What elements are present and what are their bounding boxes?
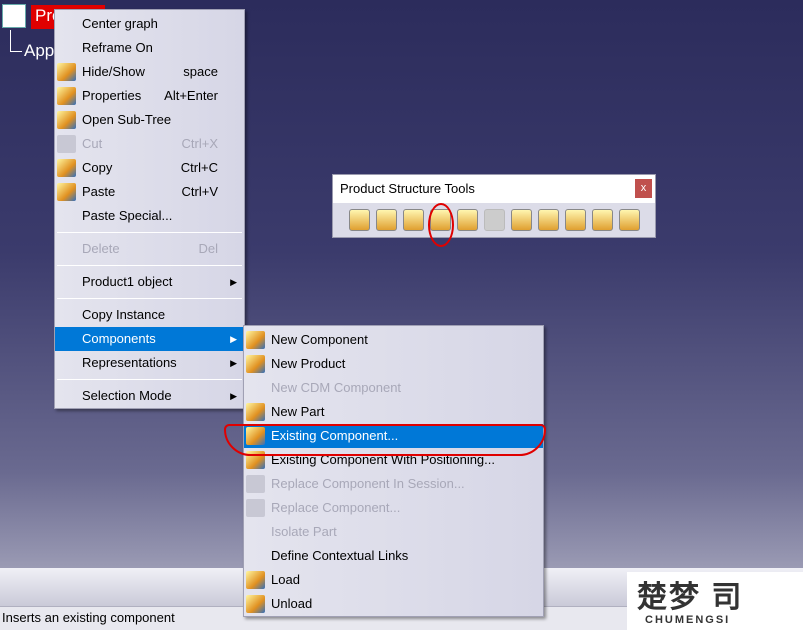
menu-item-label: Hide/Show [82, 64, 145, 79]
menu-item-reframe-on[interactable]: Reframe On [55, 36, 244, 60]
replace-component-in-session-icon [246, 475, 265, 493]
menu-item-label: New Part [271, 404, 325, 419]
menu-item-label: Replace Component In Session... [271, 476, 465, 491]
shortcut-label: Ctrl+X [181, 136, 218, 151]
components-submenu: New Component New Product New CDM Componen… [243, 325, 544, 617]
menu-item-label: Selection Mode [82, 388, 172, 403]
submenu-arrow-icon: ▶ [230, 391, 237, 401]
menu-item-load[interactable]: Load [244, 568, 543, 592]
menu-item-isolate-part[interactable]: Isolate Part [244, 520, 543, 544]
menu-item-label: Center graph [82, 16, 158, 31]
menu-item-label: Reframe On [82, 40, 153, 55]
properties-icon [57, 87, 76, 105]
menu-item-label: Product1 object [82, 274, 173, 289]
menu-item-label: Paste [82, 184, 116, 199]
menu-separator [57, 265, 242, 266]
toolbar-title: Product Structure Tools [333, 175, 655, 203]
menu-item-label: Cut [82, 136, 103, 151]
replace-component-icon [246, 499, 265, 517]
new-product-icon[interactable] [376, 209, 397, 231]
menu-item-label: New Product [271, 356, 346, 371]
existing-component-positioning-icon[interactable] [457, 209, 478, 231]
paste-icon [57, 183, 76, 201]
copy-icon [57, 159, 76, 177]
new-part-icon[interactable] [403, 209, 424, 231]
menu-item-define-contextual-links[interactable]: Define Contextual Links [244, 544, 543, 568]
unload-icon [246, 595, 265, 613]
menu-item-open-sub-tree[interactable]: Open Sub-Tree [55, 108, 244, 132]
menu-item-label: Copy [82, 160, 113, 175]
menu-item-new-cdm-component[interactable]: New CDM Component [244, 376, 543, 400]
menu-item-label: Properties [82, 88, 142, 103]
menu-item-label: Representations [82, 355, 177, 370]
selective-load-icon[interactable] [565, 209, 586, 231]
menu-item-label: Copy Instance [82, 307, 166, 322]
load-icon [246, 571, 265, 589]
menu-item-label: Load [271, 572, 300, 587]
menu-item-label: Open Sub-Tree [82, 112, 172, 127]
tree-connector [10, 30, 22, 52]
product-structure-tools-toolbar: Product Structure Tools x [332, 174, 656, 238]
menu-item-product1-object[interactable]: Product1 object ▶ [55, 270, 244, 294]
new-component-icon [246, 331, 265, 349]
annotation-outline [224, 424, 546, 456]
submenu-arrow-icon: ▶ [230, 277, 237, 287]
menu-item-components[interactable]: Components ▶ [55, 327, 244, 351]
menu-item-label: Isolate Part [271, 524, 337, 539]
replace-component-icon[interactable] [484, 209, 505, 231]
scissors-icon [57, 135, 76, 153]
menu-item-hide-show[interactable]: Hide/Show space [55, 60, 244, 84]
menu-item-replace-component-in-session[interactable]: Replace Component In Session... [244, 472, 543, 496]
menu-item-unload[interactable]: Unload [244, 592, 543, 616]
menu-item-paste[interactable]: Paste Ctrl+V [55, 180, 244, 204]
menu-item-representations[interactable]: Representations ▶ [55, 351, 244, 375]
submenu-arrow-icon: ▶ [230, 334, 237, 344]
close-button[interactable]: x [635, 179, 652, 198]
menu-item-replace-component[interactable]: Replace Component... [244, 496, 543, 520]
context-menu: Center graph Reframe On Hide/Show space Prop… [54, 9, 245, 409]
menu-item-center-graph[interactable]: Center graph [55, 12, 244, 36]
product-icon[interactable] [2, 4, 26, 28]
menu-item-cut[interactable]: Cut Ctrl+X [55, 132, 244, 156]
menu-item-new-component[interactable]: New Component [244, 328, 543, 352]
menu-item-new-part[interactable]: New Part [244, 400, 543, 424]
menu-item-new-product[interactable]: New Product [244, 352, 543, 376]
menu-separator [57, 379, 242, 380]
manage-representations-icon[interactable] [592, 209, 613, 231]
hide-show-icon [57, 63, 76, 81]
menu-separator [57, 232, 242, 233]
menu-item-label: New CDM Component [271, 380, 402, 395]
annotation-circle [428, 203, 454, 247]
graph-tree-reordering-icon[interactable] [511, 209, 532, 231]
menu-item-label: Components [82, 331, 156, 346]
menu-item-delete[interactable]: Delete Del [55, 237, 244, 261]
shortcut-label: Ctrl+C [180, 160, 218, 175]
menu-item-selection-mode[interactable]: Selection Mode ▶ [55, 384, 244, 408]
shortcut-label: space [183, 64, 218, 79]
menu-item-copy[interactable]: Copy Ctrl+C [55, 156, 244, 180]
multi-instantiation-icon[interactable] [619, 209, 640, 231]
generate-numbering-icon[interactable] [538, 209, 559, 231]
submenu-arrow-icon: ▶ [230, 358, 237, 368]
menu-item-label: Delete [82, 241, 120, 256]
shortcut-label: Ctrl+V [181, 184, 218, 199]
menu-item-label: New Component [271, 332, 368, 347]
shortcut-label: Alt+Enter [164, 88, 218, 103]
new-product-icon [246, 355, 265, 373]
menu-item-properties[interactable]: Properties Alt+Enter [55, 84, 244, 108]
watermark-logo: 楚梦 司 CHUMENGSI [627, 572, 803, 630]
menu-item-paste-special[interactable]: Paste Special... [55, 204, 244, 228]
menu-separator [57, 298, 242, 299]
new-part-icon [246, 403, 265, 421]
shortcut-label: Del [198, 241, 218, 256]
menu-item-copy-instance[interactable]: Copy Instance [55, 303, 244, 327]
menu-item-label: Unload [271, 596, 313, 611]
menu-item-label: Replace Component... [271, 500, 401, 515]
sub-tree-icon [57, 111, 76, 129]
menu-item-label: Define Contextual Links [271, 548, 409, 563]
menu-item-label: Paste Special... [82, 208, 173, 223]
new-component-icon[interactable] [349, 209, 370, 231]
